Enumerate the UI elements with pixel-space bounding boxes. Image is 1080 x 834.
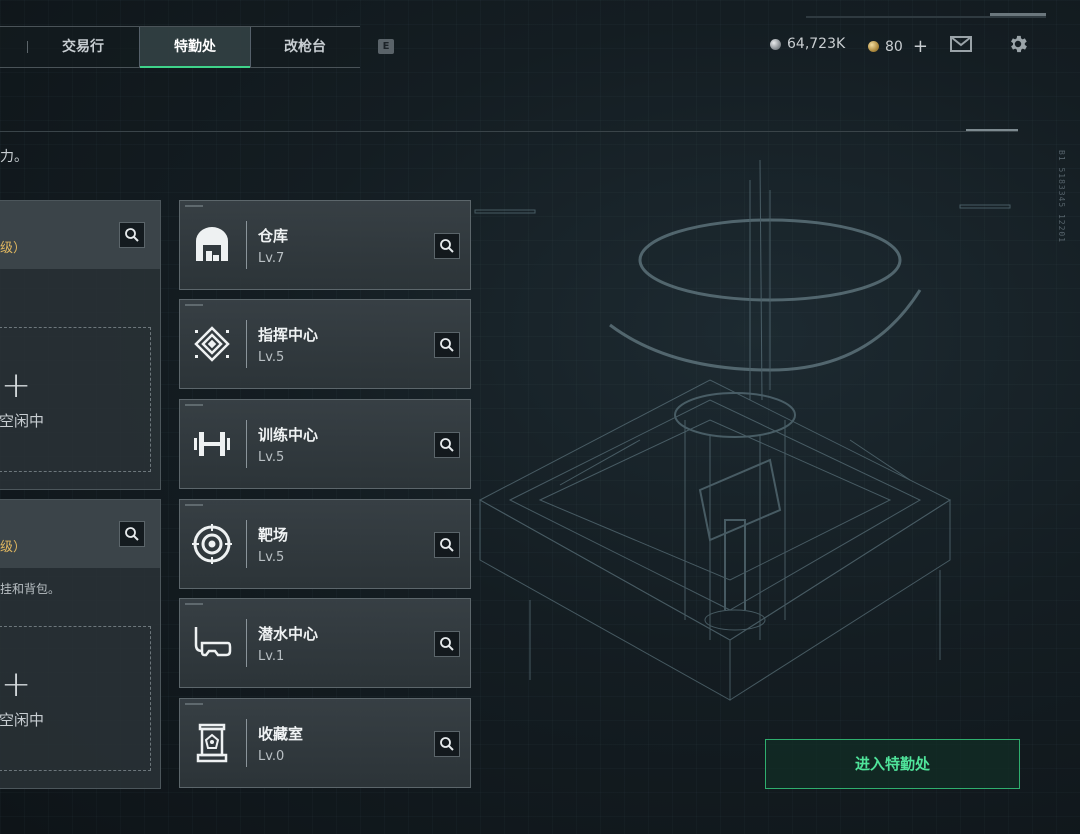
- inspect-button[interactable]: [434, 432, 460, 458]
- base-schematic-illustration: [474, 159, 1011, 701]
- gold-currency[interactable]: 80 +: [868, 36, 928, 57]
- production-slot-empty[interactable]: + 空闲中: [0, 327, 151, 472]
- search-icon: [440, 637, 454, 651]
- panel-header: 级）: [0, 201, 160, 269]
- diving-mask-icon: [194, 627, 232, 657]
- tab-special-ops[interactable]: 特勤处: [139, 27, 251, 68]
- tab-trading[interactable]: 交易行: [28, 27, 138, 67]
- key-hint-badge: E: [378, 39, 394, 54]
- panel-header: 级）: [0, 500, 160, 568]
- panel-hint: 挂和背包。: [0, 582, 61, 596]
- facility-level: Lv.1: [258, 649, 285, 664]
- search-icon: [440, 538, 454, 552]
- slot-status: 空闲中: [0, 711, 45, 729]
- facility-name: 仓库: [258, 227, 289, 245]
- card-tag: [185, 404, 203, 406]
- silver-currency: 64,723K: [770, 36, 845, 52]
- facility-level: Lv.0: [258, 749, 285, 764]
- facility-card-training-center[interactable]: 训练中心 Lv.5: [179, 399, 471, 489]
- gear-icon: [1011, 35, 1027, 53]
- facility-name: 潜水中心: [258, 625, 319, 643]
- inspect-button[interactable]: [119, 521, 145, 547]
- facility-card-warehouse[interactable]: 仓库 Lv.7: [179, 200, 471, 290]
- facility-name: 收藏室: [258, 725, 304, 743]
- facility-level: Lv.5: [258, 350, 285, 365]
- tab-gunsmith[interactable]: 改枪台: [250, 27, 360, 67]
- inspect-button[interactable]: [434, 631, 460, 657]
- card-divider: [246, 221, 247, 269]
- panel-level: 级）: [0, 241, 27, 256]
- add-slot-icon: +: [1, 365, 32, 406]
- inspect-button[interactable]: [434, 731, 460, 757]
- target-icon: [192, 524, 232, 564]
- add-slot-icon: +: [1, 664, 32, 705]
- card-tag: [185, 703, 203, 705]
- mail-icon: [950, 36, 972, 52]
- panel-level: 级）: [0, 540, 27, 555]
- inspect-button[interactable]: [119, 222, 145, 248]
- card-tag: [185, 304, 203, 306]
- gold-amount: 80: [885, 38, 903, 55]
- facility-level: Lv.5: [258, 450, 285, 465]
- facility-card-command-center[interactable]: 指挥中心 Lv.5: [179, 299, 471, 389]
- card-divider: [246, 520, 247, 568]
- search-icon: [125, 527, 139, 541]
- mail-button[interactable]: [950, 34, 972, 58]
- command-center-icon: [194, 326, 230, 362]
- top-nav: 交易行 特勤处 改枪台: [0, 26, 360, 68]
- gold-coin-icon: [868, 41, 879, 52]
- card-divider: [246, 719, 247, 767]
- facility-name: 靶场: [258, 526, 289, 544]
- description-text: 力。: [0, 149, 28, 165]
- facility-card-diving-center[interactable]: 潜水中心 Lv.1: [179, 598, 471, 688]
- collection-case-icon: [196, 723, 228, 763]
- facility-name: 指挥中心: [258, 326, 319, 344]
- silver-amount: 64,723K: [787, 36, 846, 52]
- section-divider: [0, 131, 1018, 132]
- decor-bar-accent: [990, 13, 1046, 16]
- search-icon: [440, 438, 454, 452]
- inspect-button[interactable]: [434, 332, 460, 358]
- production-slot-empty[interactable]: + 空闲中: [0, 626, 151, 771]
- card-divider: [246, 320, 247, 368]
- card-divider: [246, 420, 247, 468]
- facility-card-collection-room[interactable]: 收藏室 Lv.0: [179, 698, 471, 788]
- decor-bar: [806, 16, 1046, 18]
- dumbbell-icon: [194, 432, 230, 456]
- production-panel-1: 级） + 空闲中: [0, 200, 161, 490]
- search-icon: [125, 228, 139, 242]
- warehouse-icon: [196, 227, 228, 261]
- enter-special-ops-button[interactable]: 进入特勤处: [765, 739, 1020, 789]
- search-icon: [440, 737, 454, 751]
- inspect-button[interactable]: [434, 532, 460, 558]
- card-tag: [185, 603, 203, 605]
- production-panel-2: 级） 挂和背包。 + 空闲中: [0, 499, 161, 789]
- facility-level: Lv.7: [258, 251, 285, 266]
- section-divider-accent: [966, 129, 1018, 131]
- facility-name: 训练中心: [258, 426, 319, 444]
- card-tag: [185, 504, 203, 506]
- silver-coin-icon: [770, 38, 781, 50]
- slot-status: 空闲中: [0, 412, 45, 430]
- facility-card-shooting-range[interactable]: 靶场 Lv.5: [179, 499, 471, 589]
- add-currency-icon[interactable]: +: [913, 36, 928, 57]
- card-tag: [185, 205, 203, 207]
- side-code-text: B1 5183345 12201: [1057, 150, 1066, 244]
- inspect-button[interactable]: [434, 233, 460, 259]
- facility-level: Lv.5: [258, 550, 285, 565]
- search-icon: [440, 338, 454, 352]
- search-icon: [440, 239, 454, 253]
- card-divider: [246, 619, 247, 667]
- settings-button[interactable]: [1007, 33, 1029, 59]
